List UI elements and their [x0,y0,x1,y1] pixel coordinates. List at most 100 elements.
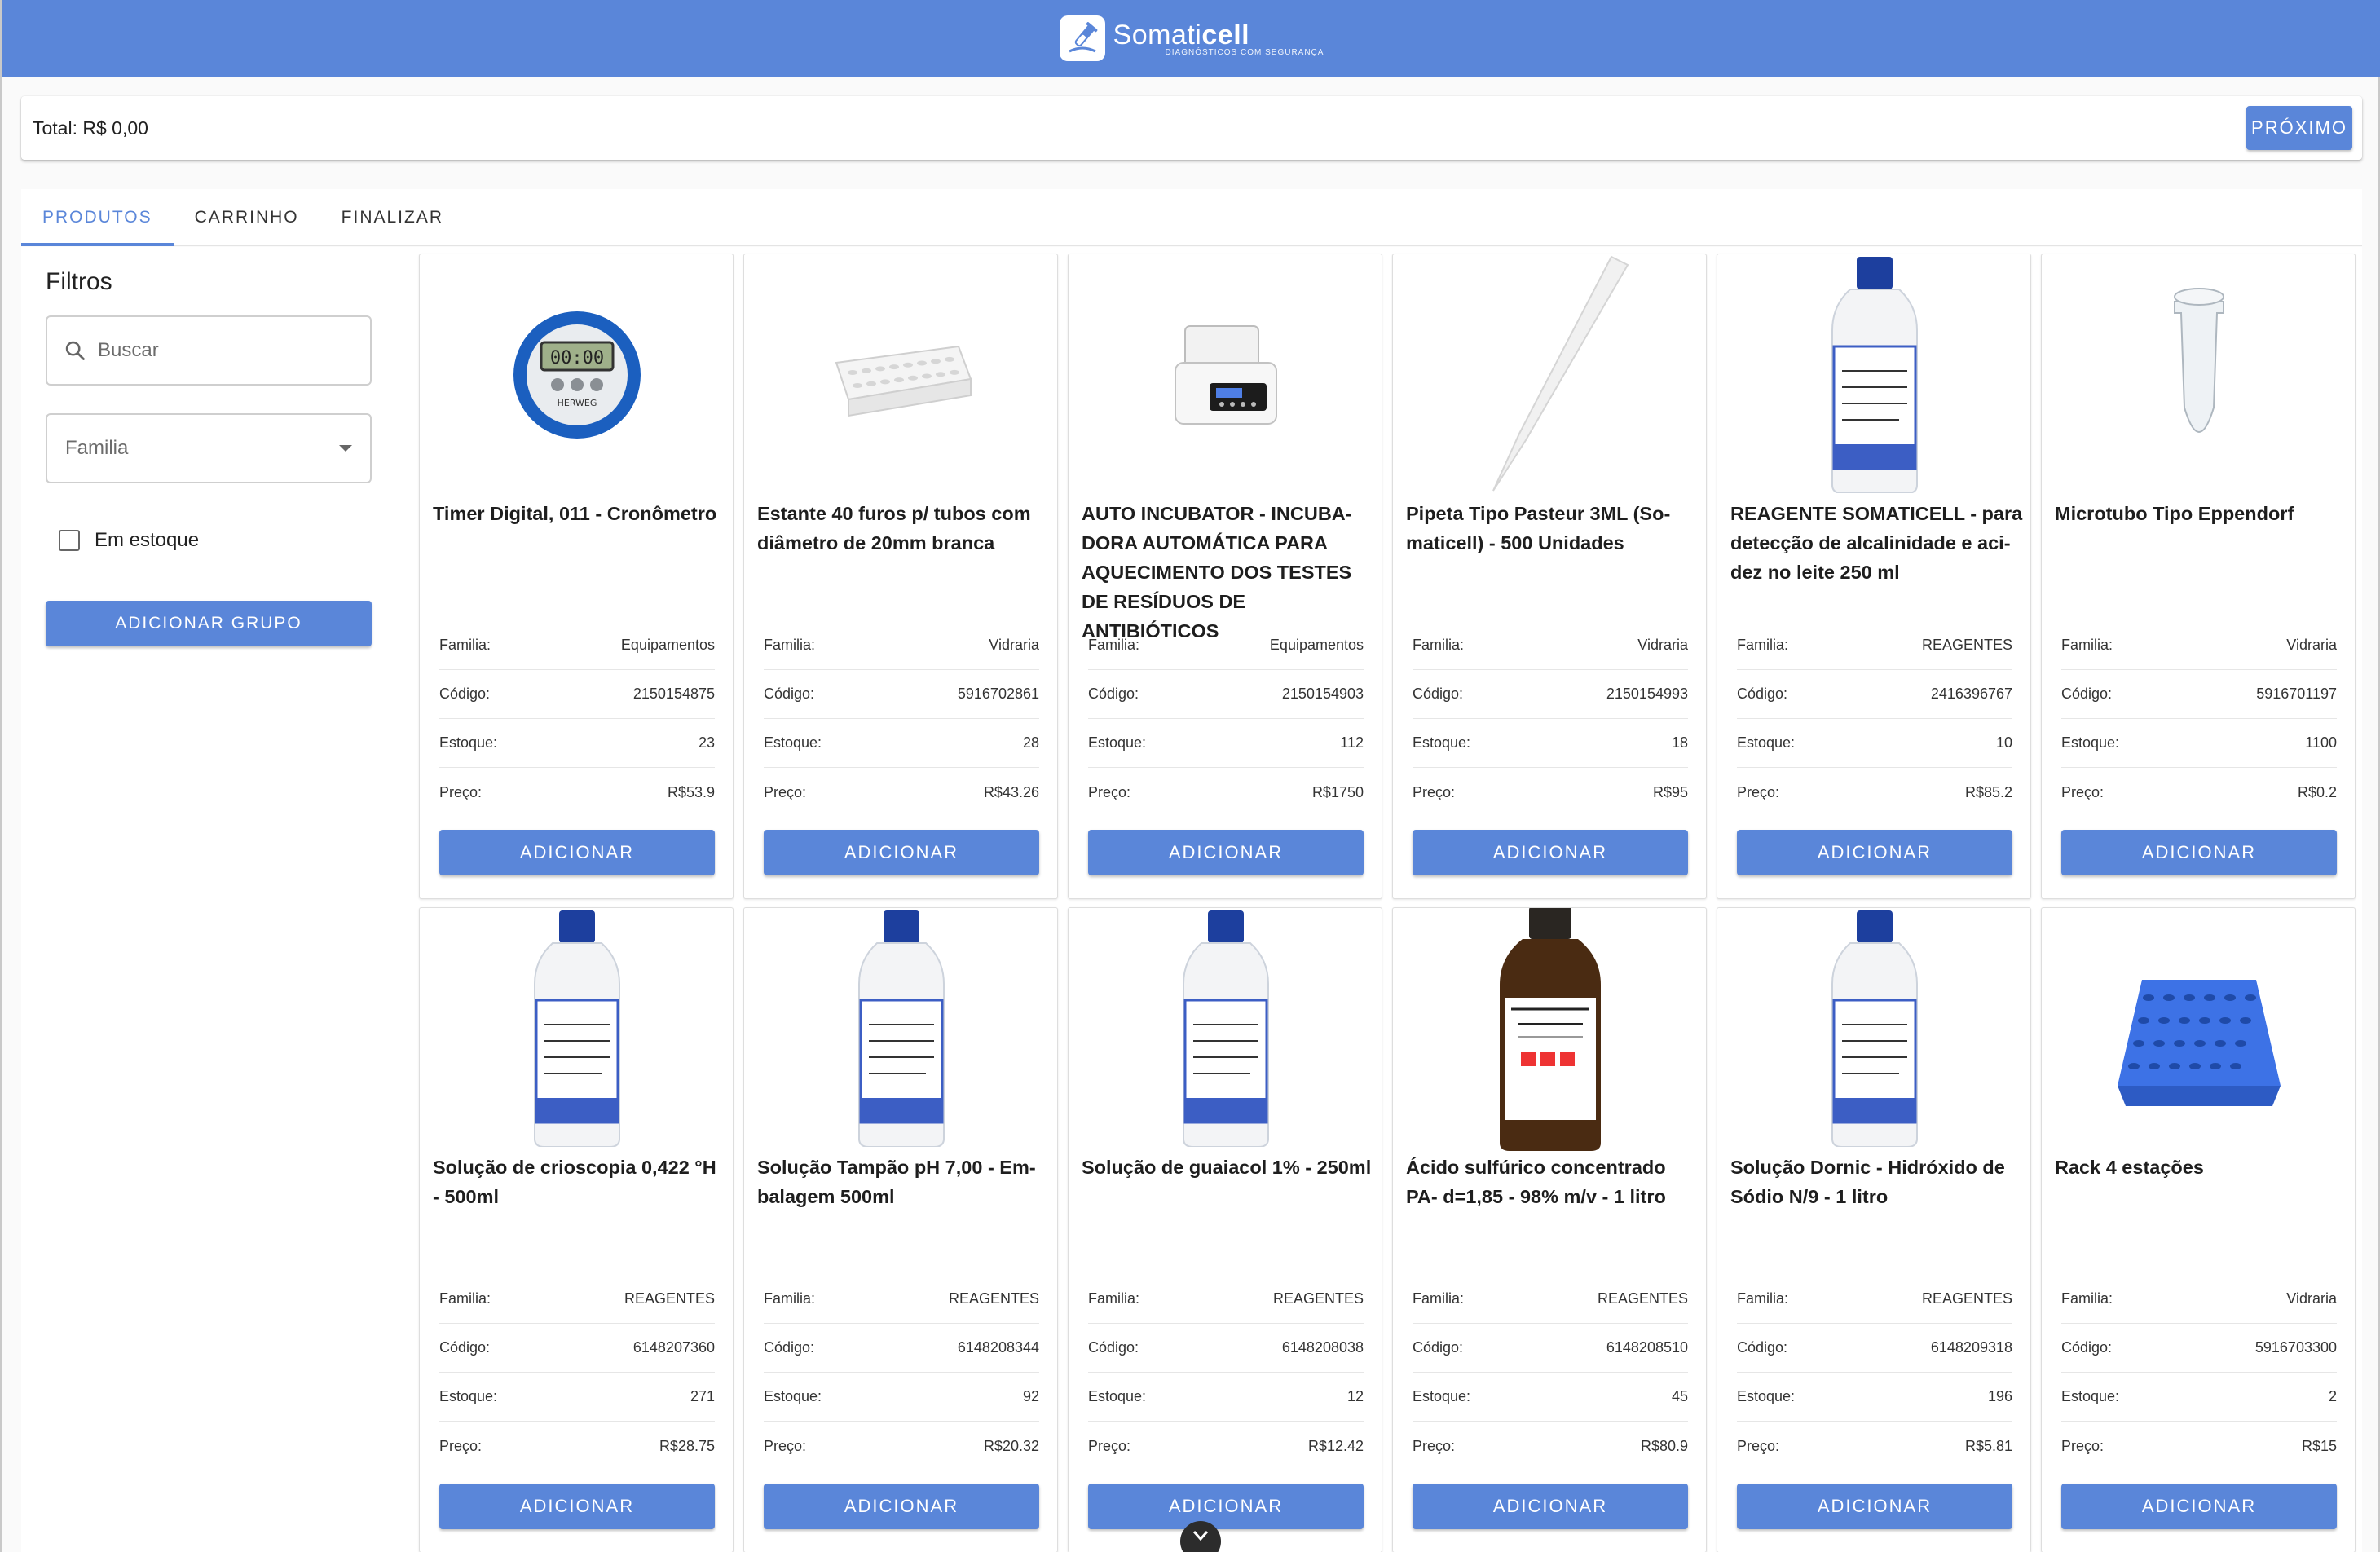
product-card: REAGENTE SOMATICELL - para detecção de a… [1717,254,2031,899]
add-to-cart-button[interactable]: ADICIONAR [439,1484,715,1529]
stock-label: Estoque: [439,1388,498,1404]
cart-total: Total: R$ 0,00 [33,117,148,139]
product-title: Solução Dornic - Hidróxido de Sódio N/9 … [1730,1157,2005,1207]
products-panel: Filtros Familia Em estoque ADICIONAR GRU… [21,247,2362,1552]
product-stock-row: Estoque: 18 [1413,719,1688,768]
stock-label: Estoque: [2061,734,2120,751]
stock-value: 18 [1671,734,1688,751]
add-to-cart-button[interactable]: ADICIONAR [1737,830,2012,875]
add-to-cart-button[interactable]: ADICIONAR [2061,830,2337,875]
product-image [744,908,1059,1153]
product-title: Timer Digital, 011 - Cronômetro [433,503,717,524]
filters-sidebar: Filtros Familia Em estoque ADICIONAR GRU… [46,268,372,646]
family-value: Vidraria [2286,1290,2337,1307]
family-select[interactable]: Familia [46,413,372,483]
price-label: Preço: [1413,1437,1456,1454]
app-bar: Somaticell DIAGNÓSTICOS COM SEGURANÇA [2,0,2380,77]
stock-value: 2 [2328,1388,2337,1404]
tab-produtos[interactable]: PRODUTOS [21,189,174,246]
product-code-row: Código: 6148208510 [1413,1324,1688,1373]
incubator-icon [1169,318,1283,436]
brand-name-light: Somati [1113,19,1202,51]
add-to-cart-button[interactable]: ADICIONAR [1413,1484,1688,1529]
family-label: Familia: [439,637,491,653]
somaticell-logo-icon [1059,15,1105,61]
stock-label: Estoque: [1413,1388,1471,1404]
price-label: Preço: [1737,1437,1780,1454]
stock-value: 92 [1022,1388,1039,1404]
next-button[interactable]: PRÓXIMO [2246,106,2352,150]
add-to-cart-button[interactable]: ADICIONAR [2061,1484,2337,1529]
product-image [1069,254,1383,499]
stock-value: 45 [1671,1388,1688,1404]
family-label: Familia: [2061,1290,2113,1307]
product-stock-row: Estoque: 12 [1088,1373,1364,1422]
svg-text:00:00: 00:00 [550,348,604,368]
dropdown-arrow-icon [339,445,352,452]
search-field[interactable] [46,315,372,386]
product-price-row: Preço: R$43.26 [764,768,1039,817]
product-stock-row: Estoque: 1100 [2061,719,2337,768]
code-value: 6148208510 [1606,1339,1688,1356]
product-stock-row: Estoque: 45 [1413,1373,1688,1422]
add-group-button[interactable]: ADICIONAR GRUPO [46,601,372,646]
in-stock-filter[interactable]: Em estoque [46,529,372,552]
stock-value: 271 [690,1388,715,1404]
add-to-cart-button[interactable]: ADICIONAR [764,830,1039,875]
stock-value: 1100 [2305,734,2337,751]
stock-label: Estoque: [2061,1388,2120,1404]
amber-bottle-icon [1493,908,1607,1153]
price-value: R$20.32 [983,1437,1039,1454]
product-price-row: Preço: R$15 [2061,1422,2337,1470]
product-title: Rack 4 estações [2055,1157,2204,1178]
add-to-cart-button[interactable]: ADICIONAR [439,830,715,875]
add-to-cart-button[interactable]: ADICIONAR [1088,830,1364,875]
code-label: Código: [764,686,815,702]
product-family-row: Familia: REAGENTES [439,1275,715,1324]
product-family-row: Familia: Vidraria [2061,1275,2337,1324]
code-value: 5916701197 [2256,686,2337,702]
product-stock-row: Estoque: 271 [439,1373,715,1422]
product-info: Familia: Vidraria Código: 5916702861 Est… [764,621,1039,817]
product-image [744,254,1059,499]
bottle-icon [1177,910,1275,1151]
family-value: Vidraria [1637,637,1688,653]
product-price-row: Preço: R$53.9 [439,768,715,817]
price-value: R$1750 [1311,783,1364,800]
product-family-row: Familia: Vidraria [1413,621,1688,670]
product-family-row: Familia: Equipamentos [439,621,715,670]
price-label: Preço: [2061,783,2105,800]
family-value: REAGENTES [948,1290,1039,1307]
code-value: 6148207360 [632,1339,715,1356]
price-label: Preço: [764,783,807,800]
product-image [2042,254,2356,499]
product-stock-row: Estoque: 92 [764,1373,1039,1422]
product-price-row: Preço: R$1750 [1088,768,1364,817]
tab-finalizar[interactable]: FINALIZAR [320,189,465,245]
add-to-cart-button[interactable]: ADICIONAR [1737,1484,2012,1529]
brand-logo[interactable]: Somaticell DIAGNÓSTICOS COM SEGURANÇA [1059,15,1324,61]
rack-icon [2109,947,2289,1114]
in-stock-checkbox[interactable] [59,530,80,551]
product-price-row: Preço: R$5.81 [1737,1422,2012,1470]
add-to-cart-button[interactable]: ADICIONAR [1088,1484,1364,1529]
code-value: 5916702861 [957,686,1039,702]
product-stock-row: Estoque: 28 [764,719,1039,768]
tab-bar: PRODUTOS CARRINHO FINALIZAR [21,189,2362,246]
product-title: Pipeta Tipo Pasteur 3ML (So-maticell) - … [1406,503,1671,553]
family-label: Familia: [439,1290,491,1307]
product-info: Familia: Vidraria Código: 5916703300 Est… [2061,1275,2337,1470]
tab-carrinho[interactable]: CARRINHO [174,189,320,245]
product-info: Familia: REAGENTES Código: 6148208344 Es… [764,1275,1039,1470]
code-value: 2416396767 [1930,686,2012,702]
product-family-row: Familia: REAGENTES [764,1275,1039,1324]
product-stock-row: Estoque: 112 [1088,719,1364,768]
pipette-icon [1469,254,1632,499]
tube-rack-icon [828,330,975,424]
search-input[interactable] [98,339,342,362]
product-family-row: Familia: REAGENTES [1737,621,2012,670]
add-to-cart-button[interactable]: ADICIONAR [1413,830,1688,875]
product-title: Estante 40 furos p/ tubos com diâmetro d… [757,503,1031,553]
add-to-cart-button[interactable]: ADICIONAR [764,1484,1039,1529]
product-card: 00:00 HERWEG Timer Digital, 011 - Cronôme… [419,254,734,899]
